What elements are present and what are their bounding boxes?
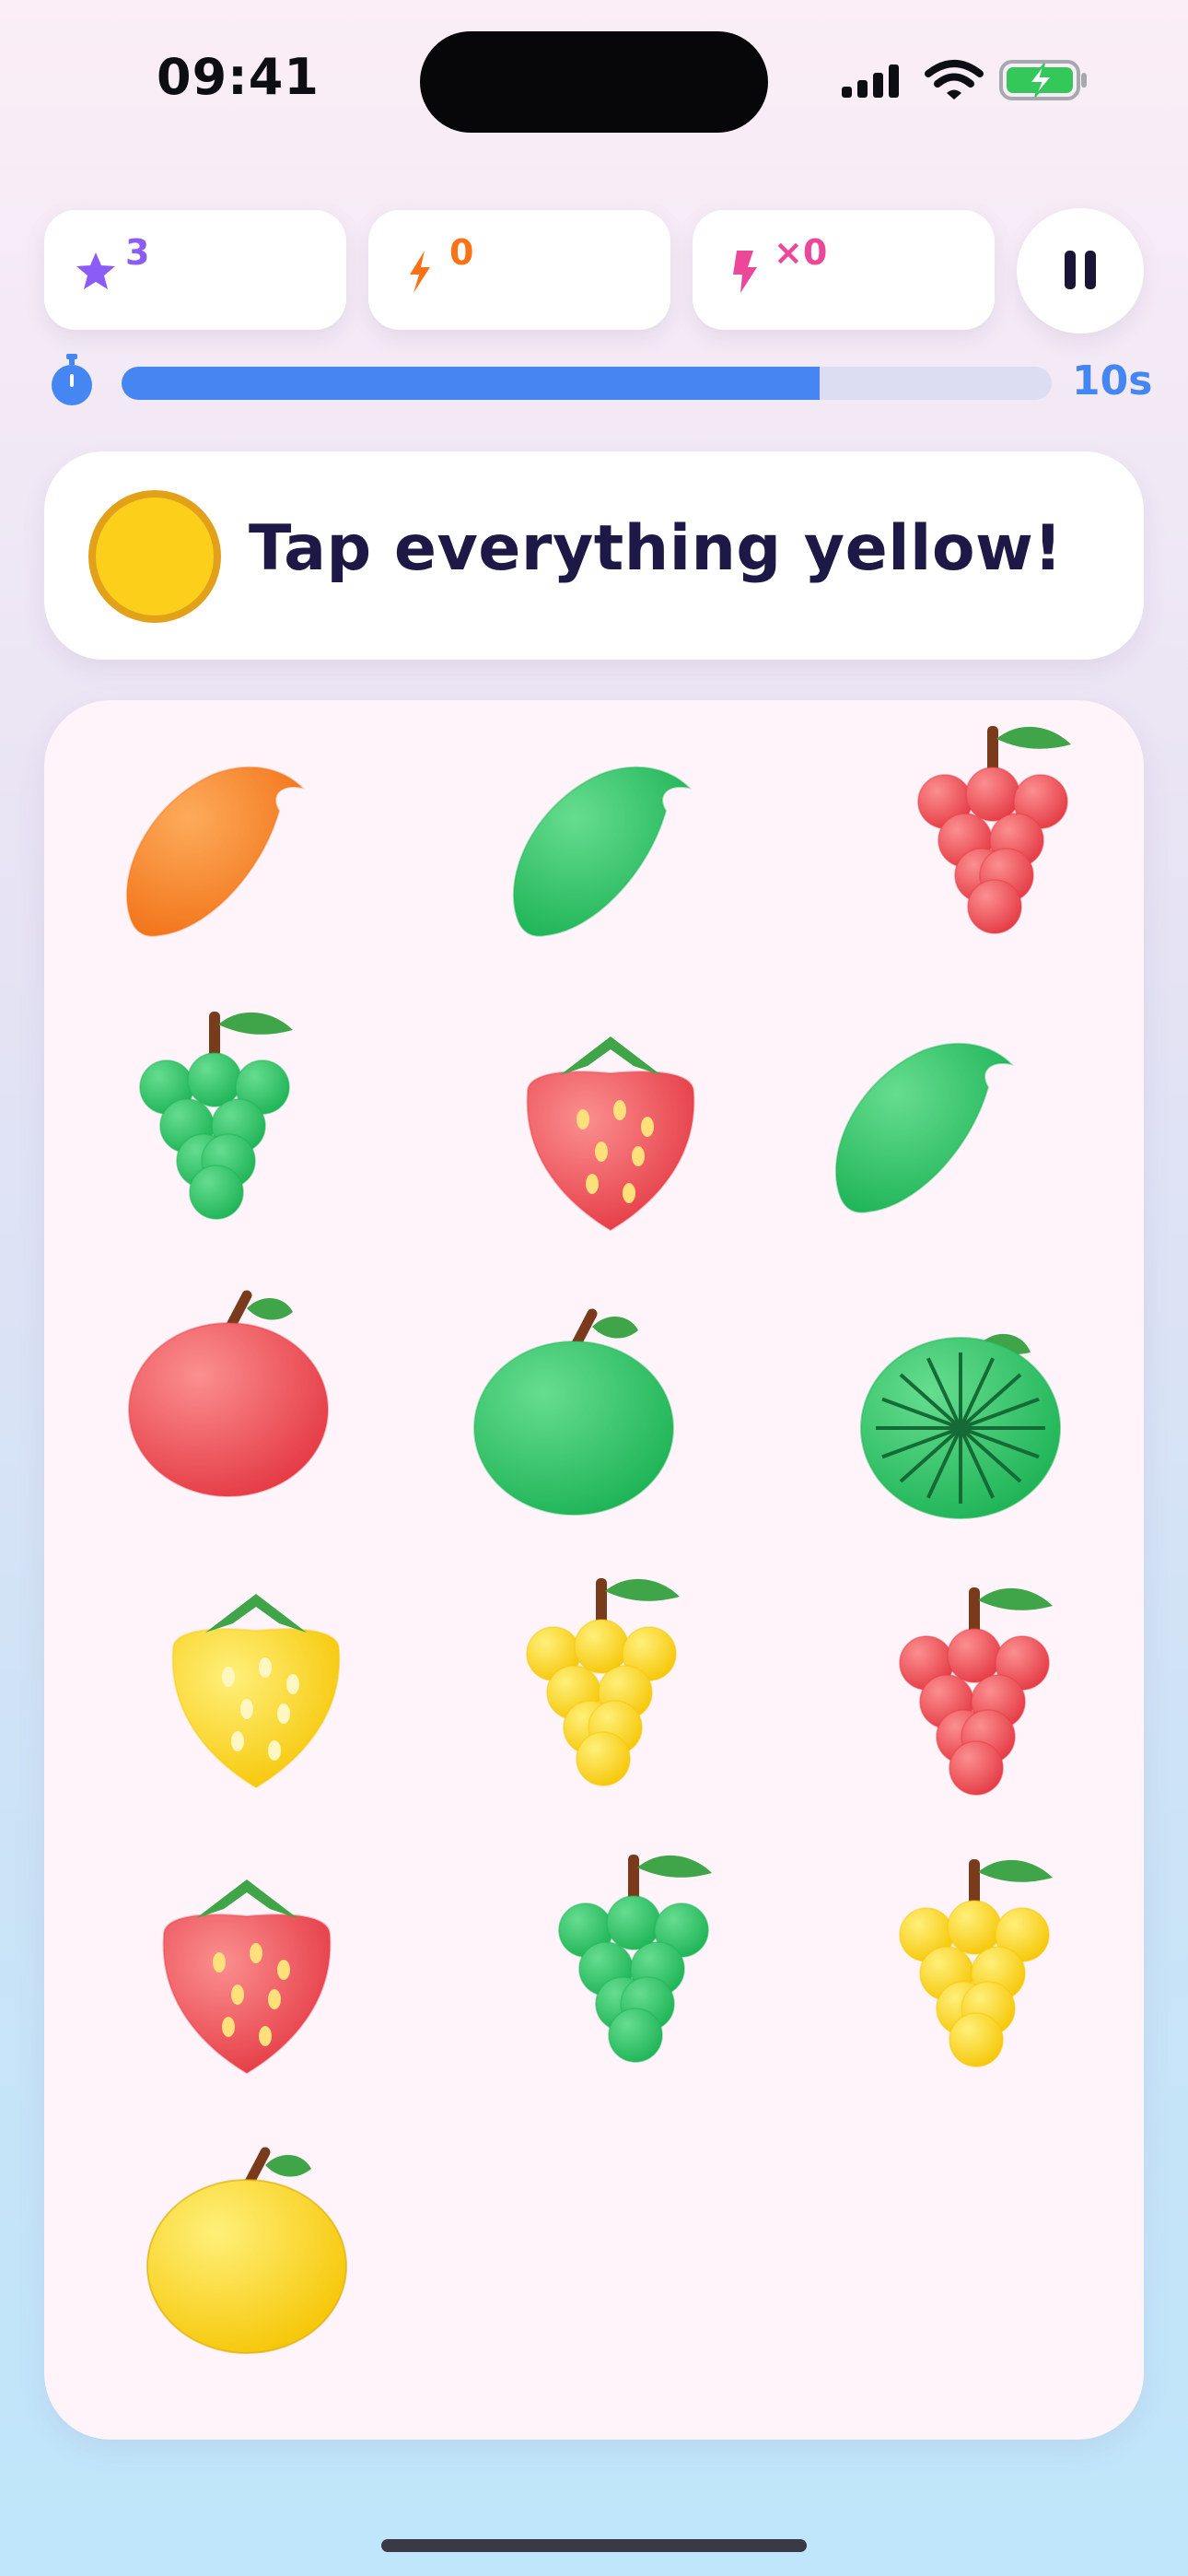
timer-progress-bar (122, 367, 1052, 400)
fruit-tile-red-grapes[interactable] (873, 719, 1112, 958)
fruit-board (44, 700, 1144, 2440)
combo-counter: ×0 (693, 210, 995, 330)
fruit-tile-green-mango[interactable] (482, 737, 721, 977)
stars-value: 3 (125, 232, 150, 273)
fruit-tile-green-grapes[interactable] (514, 1847, 753, 2087)
fruit-tile-green-grapes[interactable] (95, 1004, 334, 1244)
cellular-signal-icon (842, 64, 899, 98)
fruit-tile-yellow-strawberry[interactable] (136, 1575, 376, 1815)
fruit-tile-green-apple[interactable] (463, 1299, 703, 1539)
grapes-icon (917, 726, 1071, 934)
fruit-tile-orange-mango[interactable] (95, 737, 334, 977)
watermelon-icon (860, 1333, 1061, 1519)
status-bar: 09:41 (0, 0, 1188, 157)
lemon-icon (146, 2147, 347, 2354)
grapes-icon (558, 1855, 712, 2063)
apple-icon (473, 1308, 674, 1516)
strawberry-icon (171, 1594, 341, 1789)
fruit-tile-red-apple[interactable] (118, 1281, 357, 1520)
combo-value: ×0 (774, 232, 828, 273)
stars-counter: 3 (44, 210, 346, 330)
grapes-icon (899, 1859, 1053, 2067)
fruit-tile-red-strawberry[interactable] (491, 1018, 730, 1258)
grapes-icon (526, 1578, 680, 1786)
grapes-icon (899, 1587, 1053, 1796)
timer-progress-fill (122, 367, 820, 400)
battery-charging-icon (999, 60, 1087, 100)
fruit-tile-yellow-grapes[interactable] (482, 1571, 721, 1810)
star-icon (76, 252, 115, 289)
strawberry-icon (162, 1879, 332, 2075)
fruit-tile-red-strawberry[interactable] (127, 1861, 367, 2101)
streak-value: 0 (449, 232, 474, 273)
fruit-tile-yellow-grapes[interactable] (855, 1852, 1094, 2091)
mango-icon (512, 766, 693, 937)
dynamic-island (420, 31, 768, 133)
streak-counter: 0 (368, 210, 670, 330)
status-time: 09:41 (157, 48, 320, 106)
bolt-icon (410, 251, 430, 293)
strawberry-icon (526, 1036, 695, 1232)
home-indicator[interactable] (381, 2539, 807, 2552)
mango-icon (834, 1042, 1015, 1213)
target-color-swatch (88, 490, 221, 623)
fruit-tile-red-grapes[interactable] (855, 1580, 1094, 1820)
instruction-card: Tap everything yellow! (44, 451, 1144, 660)
fruit-tile-green-mango[interactable] (804, 1013, 1043, 1253)
fruit-tile-green-watermelon[interactable] (841, 1308, 1080, 1548)
wifi-icon (925, 60, 984, 100)
timer-remaining: 10s (1072, 357, 1153, 404)
grapes-icon (139, 1012, 293, 1220)
mango-icon (125, 766, 306, 937)
pause-button[interactable] (1017, 208, 1144, 334)
pause-icon (1065, 251, 1076, 289)
stopwatch-icon (52, 354, 92, 405)
fruit-tile-yellow-lemon[interactable] (136, 2137, 376, 2377)
apple-icon (128, 1290, 329, 1497)
lightning-icon (733, 251, 757, 293)
instruction-text: Tap everything yellow! (249, 512, 1063, 585)
